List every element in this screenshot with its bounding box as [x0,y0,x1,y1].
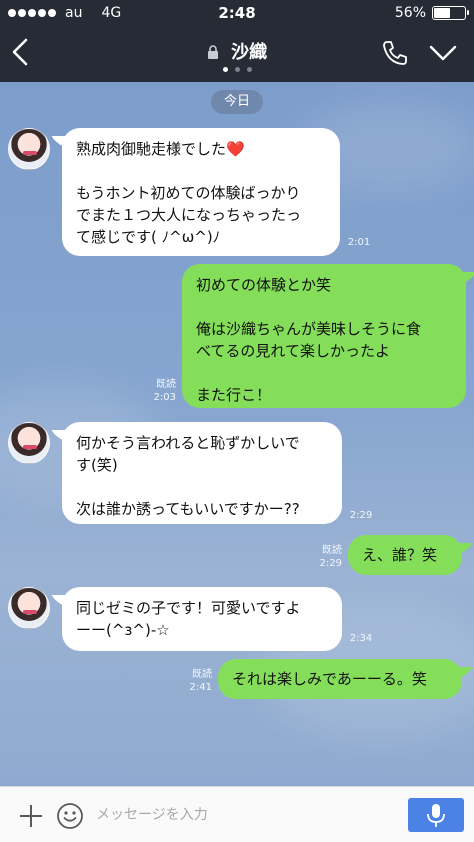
message-time: 2:29 [349,510,373,521]
date-separator: 今日 [211,90,263,114]
lock-icon [207,45,218,59]
phone-icon [383,41,407,65]
chat-header: 沙織 [0,26,474,82]
voice-button[interactable] [408,798,464,832]
status-bar: au 4G 2:48 56% [0,0,474,26]
message-bubble-incoming[interactable]: 何かそう言われると恥ずかしいで す(笑) 次は誰か誘ってもいいですかー?? [62,422,342,524]
sticker-button[interactable] [56,802,84,830]
message-time: 2:03 [153,392,176,403]
battery-icon [432,6,469,20]
menu-button[interactable] [428,42,458,64]
message-bubble-outgoing[interactable]: え、誰？笑 [348,535,462,575]
attach-button[interactable] [18,803,44,829]
battery-level [434,8,450,18]
chat-area[interactable]: 今日 熟成肉御馳走様でした❤️ もうホント初めての体験ばっかり でまた１つ大人に… [0,82,474,786]
message-bubble-incoming[interactable]: 熟成肉御馳走様でした❤️ もうホント初めての体験ばっかり でまた１つ大人になっち… [62,128,340,256]
message-time: 2:29 [319,558,342,569]
page-dot [234,67,240,72]
message-bubble-outgoing[interactable]: 初めての体験とか笑 俺は沙織ちゃんが美味しそうに食 べてるの見れて楽しかったよ … [182,264,466,408]
call-button[interactable] [380,38,410,68]
contact-avatar[interactable] [8,422,50,464]
read-receipt: 既読 [322,545,342,556]
page-dot [246,67,252,72]
status-right: 56% [394,5,469,21]
message-bubble-incoming[interactable]: 同じゼミの子です！可愛いですよ ーー(^з^)-☆ [62,587,342,651]
message-time: 2:41 [189,682,212,693]
contact-avatar[interactable] [8,128,50,170]
plus-icon [20,805,42,827]
message-input[interactable] [96,795,394,835]
contact-name: 沙織 [231,42,268,63]
chevron-down-icon [429,45,457,61]
microphone-icon [427,804,445,827]
message-input-bar [0,786,474,842]
contact-avatar[interactable] [8,587,50,629]
read-receipt: 既読 [156,379,176,390]
read-receipt: 既読 [192,669,212,680]
page-dot-active [222,67,228,72]
message-bubble-outgoing[interactable]: それは楽しみであーーる。笑 [218,659,462,699]
message-time: 2:34 [349,633,373,644]
smile-icon [57,803,83,829]
message-time: 2:01 [347,237,371,248]
battery-percent: 56% [394,5,426,21]
